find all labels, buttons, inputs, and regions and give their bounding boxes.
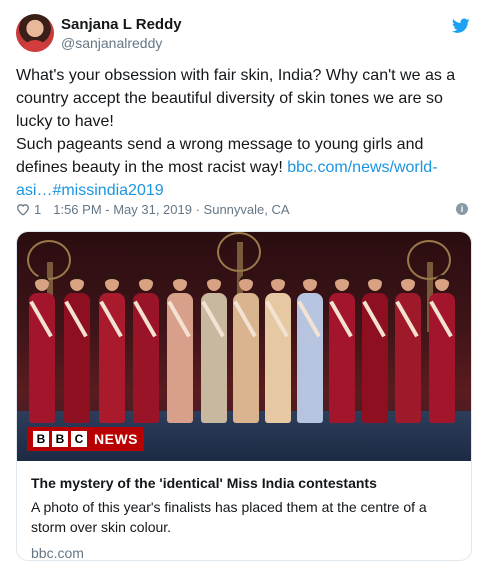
contestant <box>360 275 390 423</box>
decor-tree-crown <box>217 232 261 272</box>
bbc-news-logo: B B C NEWS <box>27 427 144 451</box>
info-icon[interactable]: i <box>456 203 468 215</box>
bbc-logo-box: C <box>71 431 87 447</box>
contestant <box>199 275 229 423</box>
decor-tree-crown <box>407 240 451 280</box>
card-description: A photo of this year's finalists has pla… <box>31 499 427 535</box>
contestant <box>427 275 457 423</box>
heart-icon[interactable] <box>16 203 30 216</box>
user-handle[interactable]: @sanjanalreddy <box>61 34 182 52</box>
meta-separator: · <box>191 202 204 217</box>
twitter-bird-icon[interactable] <box>452 18 470 34</box>
display-name[interactable]: Sanjana L Reddy <box>61 16 182 34</box>
contestant <box>263 275 293 423</box>
contestant <box>27 275 57 423</box>
bbc-logo-box: B <box>52 431 68 447</box>
avatar[interactable] <box>16 14 54 52</box>
card-domain[interactable]: bbc.com <box>31 543 457 560</box>
bbc-logo-news: NEWS <box>94 431 138 447</box>
contestant <box>62 275 92 423</box>
tweet-header: Sanjana L Reddy @sanjanalreddy <box>16 14 472 54</box>
link-card[interactable]: B B C NEWS The mystery of the 'identical… <box>16 231 472 561</box>
contestant <box>97 275 127 423</box>
contestant <box>393 275 423 423</box>
contestant <box>231 275 261 423</box>
timestamp[interactable]: 1:56 PM - May 31, 2019 <box>53 202 192 217</box>
tweet-text: What's your obsession with fair skin, In… <box>16 64 472 202</box>
location[interactable]: Sunnyvale, CA <box>204 202 290 217</box>
tweet-meta: 1 1:56 PM - May 31, 2019 · Sunnyvale, CA … <box>16 200 472 220</box>
card-title[interactable]: The mystery of the 'identical' Miss Indi… <box>31 473 457 493</box>
decor-tree-crown <box>27 240 71 280</box>
contestant <box>295 275 325 423</box>
user-names[interactable]: Sanjana L Reddy @sanjanalreddy <box>61 16 182 52</box>
bbc-logo-box: B <box>33 431 49 447</box>
contestant <box>165 275 195 423</box>
contestant <box>327 275 357 423</box>
card-image[interactable]: B B C NEWS <box>17 232 471 461</box>
card-body[interactable]: The mystery of the 'identical' Miss Indi… <box>17 461 471 560</box>
contestant <box>131 275 161 423</box>
like-count[interactable]: 1 <box>34 202 41 217</box>
hashtag-link[interactable]: #missindia2019 <box>52 182 163 199</box>
